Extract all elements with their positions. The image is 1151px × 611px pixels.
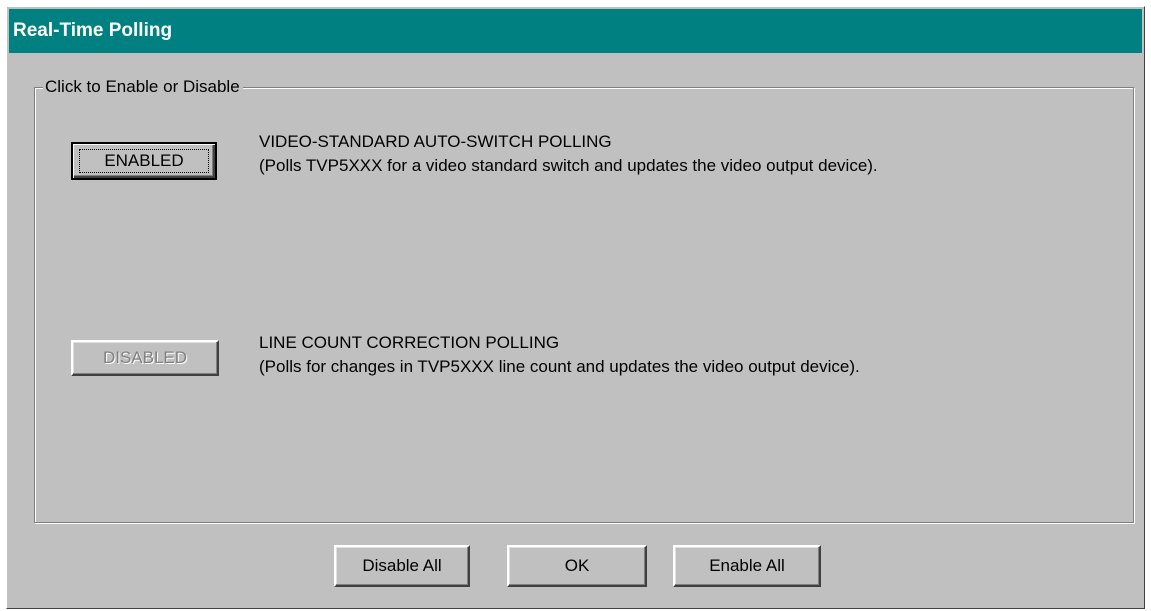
disable-all-button[interactable]: Disable All	[334, 545, 470, 587]
enable-disable-groupbox: Click to Enable or Disable ENABLED VIDEO…	[34, 76, 1134, 523]
ok-button[interactable]: OK	[507, 545, 647, 587]
video-standard-polling-description: VIDEO-STANDARD AUTO-SWITCH POLLING (Poll…	[259, 130, 878, 178]
video-standard-polling-toggle-button[interactable]: ENABLED	[71, 142, 217, 180]
video-standard-polling-detail: (Polls TVP5XXX for a video standard swit…	[259, 156, 878, 175]
enable-all-button[interactable]: Enable All	[673, 545, 821, 587]
groupbox-label: Click to Enable or Disable	[43, 76, 243, 98]
video-standard-polling-toggle-label: ENABLED	[79, 149, 209, 173]
line-count-polling-description: LINE COUNT CORRECTION POLLING (Polls for…	[259, 331, 860, 379]
video-standard-polling-title: VIDEO-STANDARD AUTO-SWITCH POLLING	[259, 132, 612, 151]
line-count-polling-detail: (Polls for changes in TVP5XXX line count…	[259, 357, 860, 376]
real-time-polling-dialog: Real-Time Polling Click to Enable or Dis…	[6, 6, 1145, 609]
line-count-polling-title: LINE COUNT CORRECTION POLLING	[259, 333, 560, 352]
dialog-title: Real-Time Polling	[9, 9, 1142, 53]
line-count-polling-toggle-button[interactable]: DISABLED	[71, 340, 219, 376]
